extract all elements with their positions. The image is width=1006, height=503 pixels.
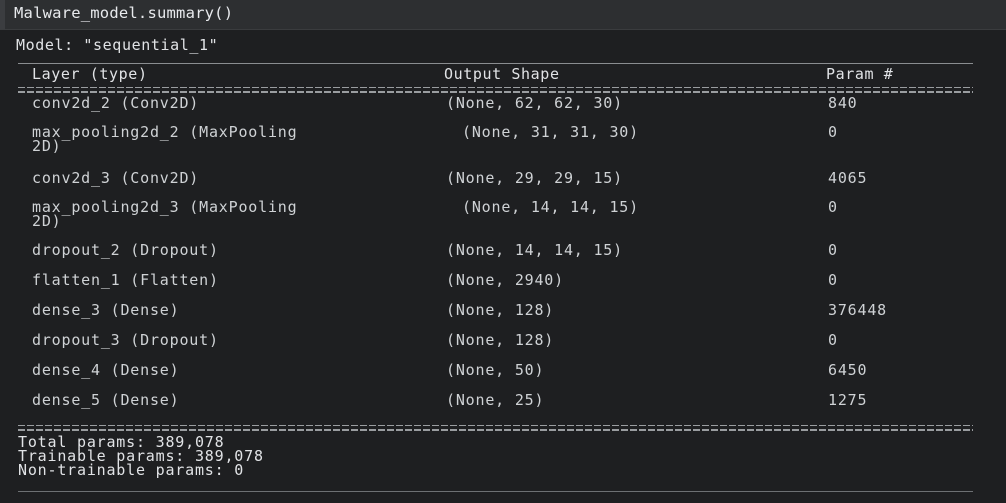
code-line[interactable]: Malware_model.summary() (14, 4, 233, 22)
output-shape: (None, 31, 31, 30) (462, 123, 639, 141)
output-shape: (None, 2940) (446, 271, 564, 289)
output-shape: (None, 14, 14, 15) (446, 241, 623, 259)
layer-name: conv2d_3 (Conv2D) (32, 169, 200, 187)
param-count: 376448 (828, 301, 887, 319)
param-count: 6450 (828, 361, 868, 379)
non-trainable-params: Non-trainable params: 0 (18, 461, 245, 479)
param-count: 4065 (828, 169, 868, 187)
layer-name: max_pooling2d_3 (MaxPooling 2D) (32, 198, 298, 230)
layer-name: dropout_2 (Dropout) (32, 241, 219, 259)
header-param-count: Param # (826, 65, 894, 83)
header-output-shape: Output Shape (444, 65, 560, 83)
header-double-rule (18, 87, 973, 93)
footer-double-rule (18, 425, 973, 431)
header-layer-type: Layer (type) (32, 65, 148, 83)
model-name-line: Model: "sequential_1" (16, 36, 219, 54)
cell-marker (0, 0, 5, 29)
output-shape: (None, 25) (446, 391, 545, 409)
table-bottom-rule (18, 491, 973, 492)
output-shape: (None, 50) (446, 361, 545, 379)
param-totals: Total params: 389,078 Trainable params: 3… (18, 435, 264, 479)
layer-name: dense_5 (Dense) (32, 391, 180, 409)
layer-name: dense_4 (Dense) (32, 361, 180, 379)
param-count: 0 (828, 241, 838, 259)
param-count: 0 (828, 271, 838, 289)
param-count: 0 (828, 123, 838, 141)
layer-name: flatten_1 (Flatten) (32, 271, 219, 289)
output-shape: (None, 14, 14, 15) (462, 198, 639, 216)
layer-name: max_pooling2d_2 (MaxPooling 2D) (32, 123, 298, 155)
param-count: 0 (828, 331, 838, 349)
param-count: 840 (828, 94, 858, 112)
table-top-rule (18, 63, 973, 64)
output-shape: (None, 128) (446, 301, 555, 319)
layer-name: dense_3 (Dense) (32, 301, 180, 319)
output-shape: (None, 62, 62, 30) (446, 94, 623, 112)
output-shape: (None, 128) (446, 331, 555, 349)
code-cell[interactable]: Malware_model.summary() (0, 0, 1006, 30)
layer-name: dropout_3 (Dropout) (32, 331, 219, 349)
layer-name: conv2d_2 (Conv2D) (32, 94, 200, 112)
param-count: 0 (828, 198, 838, 216)
param-count: 1275 (828, 391, 868, 409)
output-shape: (None, 29, 29, 15) (446, 169, 623, 187)
